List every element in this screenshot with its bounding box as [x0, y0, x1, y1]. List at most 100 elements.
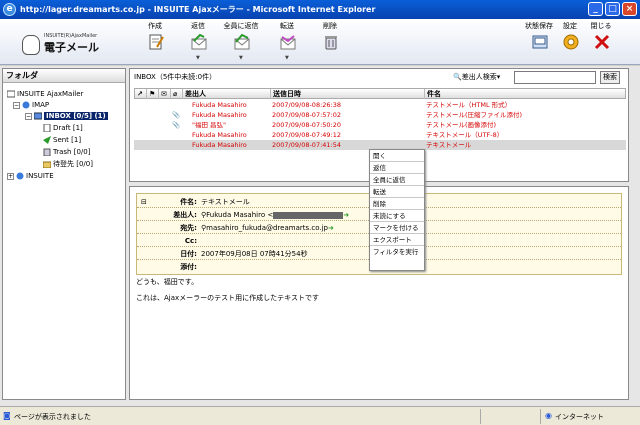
reply-button[interactable]: 返信 ▼	[183, 19, 213, 63]
collapse-toggle-icon[interactable]: −	[25, 112, 32, 120]
body-text: どうも、福田です。	[136, 278, 199, 286]
redacted-address	[273, 211, 344, 219]
save-state-label: 状態保存	[525, 22, 553, 30]
message-row[interactable]: Fukuda Masahiro 2007/09/08-07:49:12 テキストメー…	[134, 130, 626, 140]
forward-icon	[280, 35, 296, 50]
window-title: http://lager.dreamarts.co.jp - INSUITE A…	[20, 5, 376, 14]
save-state-button[interactable]: 状態保存	[522, 19, 556, 63]
reply-icon	[191, 33, 207, 50]
reply-all-label: 全員に返信	[223, 22, 259, 30]
security-zone: インターネット	[555, 413, 604, 421]
folder-panel: フォルダ INSUITE AjaxMailer − IMAP − INBOX [0/…	[2, 68, 126, 400]
context-menu: 開く 返信 全員に返信 転送 削除 未読にする マークを付ける エクスポート フ…	[369, 149, 425, 271]
close-app-button[interactable]: 閉じる	[586, 19, 616, 63]
message-row[interactable]: 📎 "福田 昌弘" 2007/09/08-07:50:20 テストメール(画像添付)	[134, 120, 626, 130]
message-row[interactable]: Fukuda Masahiro 2007/09/08-08:26:38 テストメール…	[134, 100, 626, 110]
body-text: これは、Ajaxメーラーのテスト用に作成したテキストです	[136, 294, 319, 302]
collapse-toggle-icon[interactable]: −	[13, 101, 20, 109]
list-header: INBOX（5件中未読:0件） 🔍差出人検索▾ 検索	[130, 69, 628, 85]
folder-sent[interactable]: Sent [1]	[43, 135, 81, 145]
attachment-icon: 📎	[172, 121, 181, 129]
trash-icon	[325, 36, 337, 50]
menu-item-reply-all[interactable]: 全員に返信	[370, 174, 424, 186]
app-logo: INSUITE(R)AjaxMailer 電子メール	[22, 33, 142, 59]
close-window-button[interactable]: ×	[622, 2, 637, 16]
expand-toggle-icon[interactable]: +	[7, 172, 14, 180]
forward-label: 転送	[280, 22, 294, 30]
close-label: 閉じる	[590, 22, 612, 30]
inbox-count-label: INBOX（5件中未読:0件）	[134, 73, 217, 81]
add-contact-icon[interactable]: ➜	[343, 211, 349, 219]
sent-icon	[43, 136, 51, 144]
delete-label: 削除	[323, 22, 337, 30]
logo-mascot-icon	[22, 35, 40, 55]
ie-icon: e	[3, 3, 16, 16]
collapse-header-icon[interactable]: ⊟	[141, 196, 147, 208]
column-header: ↗ ⚑ ✉ ⌀ 差出人 送信日時 件名	[134, 88, 626, 99]
folder-trash[interactable]: Trash [0/0]	[43, 147, 90, 157]
search-input[interactable]	[514, 71, 596, 84]
menu-item-mark-unread[interactable]: 未読にする	[370, 210, 424, 222]
window-titlebar: e http://lager.dreamarts.co.jp - INSUITE…	[0, 0, 640, 19]
search-icon: 🔍	[453, 73, 462, 81]
folder-insuite[interactable]: + INSUITE	[7, 171, 54, 181]
gear-icon	[563, 34, 579, 50]
save-state-icon	[532, 35, 548, 49]
delete-button[interactable]: 削除	[315, 19, 345, 63]
col-sender[interactable]: 差出人	[183, 89, 271, 99]
forward-button[interactable]: 転送 ▼	[272, 19, 302, 63]
minimize-button[interactable]: _	[588, 2, 603, 16]
col-flag-icon[interactable]: ↗	[135, 89, 147, 99]
folder-inbox[interactable]: − INBOX [0/5] (1)	[25, 111, 108, 121]
menu-item-mark[interactable]: マークを付ける	[370, 222, 424, 234]
reply-all-dropdown-icon[interactable]: ▼	[239, 55, 243, 61]
reply-label: 返信	[191, 22, 205, 30]
folder-pending[interactable]: 待登先 [0/0]	[43, 159, 93, 169]
reply-dropdown-icon[interactable]: ▼	[196, 55, 200, 61]
settings-button[interactable]: 設定	[555, 19, 585, 63]
status-bar: ◙ ページが表示されました ◉ インターネット	[0, 406, 640, 425]
compose-label: 作成	[148, 22, 162, 30]
folder-panel-header: フォルダ	[3, 69, 125, 83]
divider	[480, 409, 481, 424]
compose-icon	[149, 34, 164, 50]
forward-dropdown-icon[interactable]: ▼	[285, 55, 289, 61]
reply-all-button[interactable]: 全員に返信 ▼	[224, 19, 259, 63]
logo-title: 電子メール	[44, 41, 99, 54]
message-row[interactable]: 📎 Fukuda Masahiro 2007/09/08-07:57:02 テストメー…	[134, 110, 626, 120]
close-icon	[594, 34, 610, 50]
draft-icon	[43, 124, 51, 132]
menu-item-forward[interactable]: 転送	[370, 186, 424, 198]
reply-all-icon	[234, 33, 250, 50]
col-mark-icon[interactable]: ⚑	[147, 89, 159, 99]
col-date[interactable]: 送信日時	[271, 89, 425, 99]
col-read-icon[interactable]: ✉	[159, 89, 171, 99]
menu-item-delete[interactable]: 削除	[370, 198, 424, 210]
status-text: ページが表示されました	[14, 413, 91, 421]
search-button[interactable]: 検索	[600, 71, 620, 84]
menu-item-open[interactable]: 開く	[370, 150, 424, 162]
folder-root[interactable]: INSUITE AjaxMailer	[7, 89, 83, 99]
folder-icon	[43, 161, 51, 168]
inbox-icon	[34, 112, 42, 120]
settings-label: 設定	[563, 22, 577, 30]
maximize-button[interactable]: □	[605, 2, 620, 16]
divider	[540, 409, 541, 424]
menu-item-run-filter[interactable]: フィルタを実行	[370, 246, 424, 258]
add-contact-icon[interactable]: ➜	[328, 224, 334, 232]
imap-icon	[22, 101, 30, 109]
menu-item-export[interactable]: エクスポート	[370, 234, 424, 246]
col-attach-icon[interactable]: ⌀	[171, 89, 183, 99]
folder-imap[interactable]: − IMAP	[13, 100, 49, 110]
insuite-icon	[16, 172, 24, 180]
mail-root-icon	[7, 90, 15, 98]
compose-button[interactable]: 作成	[140, 19, 170, 63]
col-subject[interactable]: 件名	[425, 89, 627, 99]
folder-draft[interactable]: Draft [1]	[43, 123, 83, 133]
attachment-icon: 📎	[172, 111, 181, 119]
globe-icon: ◉	[545, 411, 552, 420]
sender-search-dropdown[interactable]: 🔍差出人検索▾	[453, 72, 500, 82]
app-toolbar: INSUITE(R)AjaxMailer 電子メール 作成 返信 ▼ 全員に返信…	[0, 19, 640, 65]
menu-item-reply[interactable]: 返信	[370, 162, 424, 174]
page-icon: ◙	[3, 411, 11, 420]
